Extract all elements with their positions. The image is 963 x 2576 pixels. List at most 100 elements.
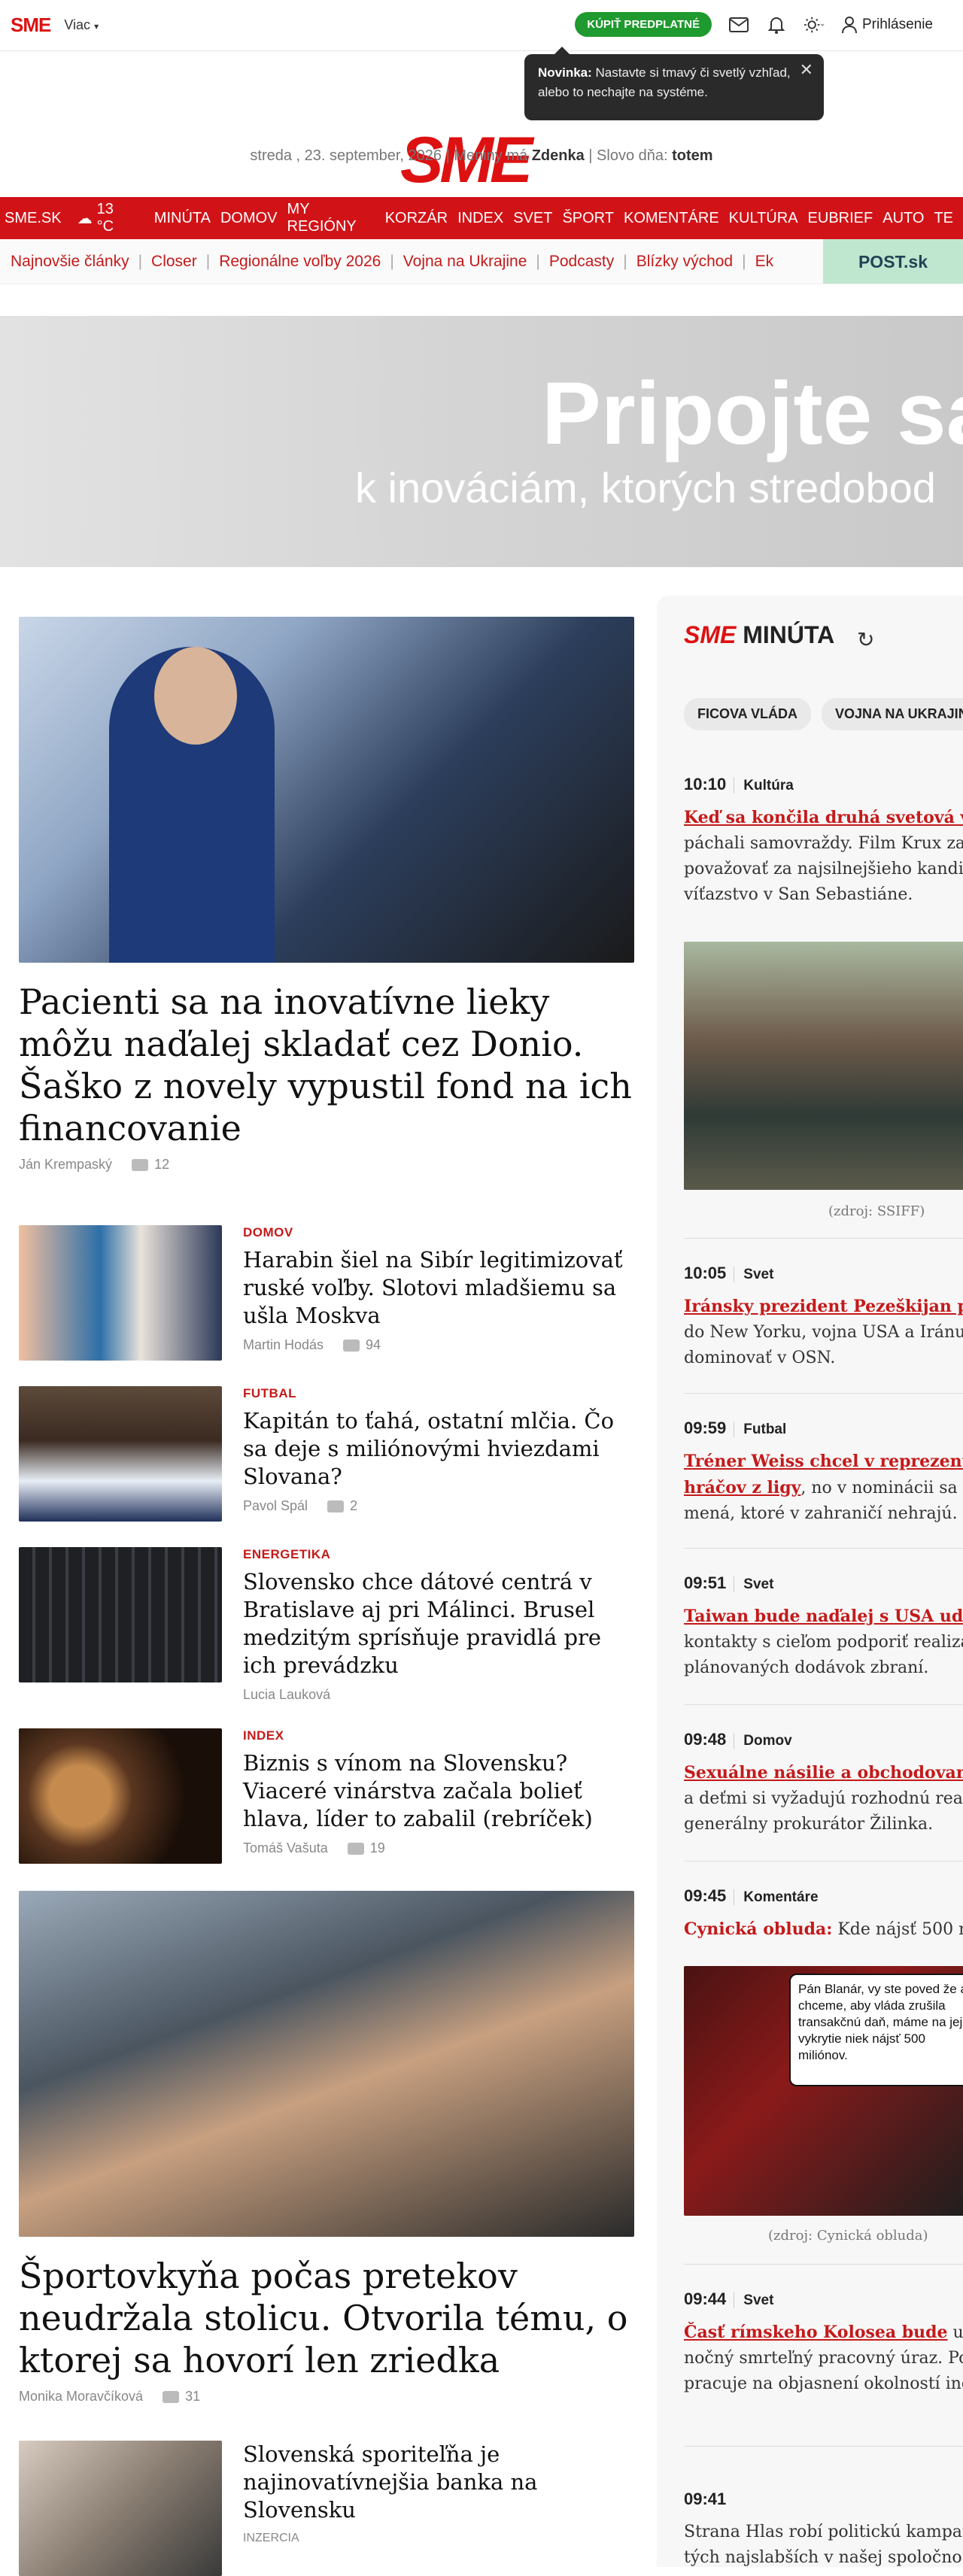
item-link[interactable]: Keď sa končila druhá svetová voj: [684, 808, 963, 827]
author[interactable]: Tomáš Vašuta: [243, 1840, 328, 1856]
nav-weather[interactable]: 13 °C: [97, 201, 132, 235]
subnav-item[interactable]: Podcasty: [549, 253, 614, 271]
nav-item-svet[interactable]: SVET: [513, 210, 552, 227]
article-title[interactable]: Harabin šiel na Sibír legitimizovať rusk…: [243, 1246, 634, 1330]
promo-title[interactable]: Slovenská sporiteľňa je najinovatívnejši…: [243, 2441, 634, 2524]
subnav-item[interactable]: Ek: [755, 253, 774, 271]
subnav-item[interactable]: Vojna na Ukrajine: [403, 253, 527, 271]
minuta-photo[interactable]: [684, 942, 963, 1190]
refresh-icon[interactable]: ↻: [857, 627, 874, 652]
article-category[interactable]: INDEX: [243, 1728, 634, 1743]
nav-item-kultura[interactable]: KULTÚRA: [729, 210, 798, 227]
item-tag[interactable]: Kultúra: [734, 778, 794, 793]
item-tag[interactable]: Svet: [734, 1576, 774, 1592]
item-tag[interactable]: Svet: [734, 2292, 774, 2308]
minuta-item[interactable]: 10:05 Svet Iránsky prezident Pezeškijan p…: [684, 1264, 963, 1371]
author[interactable]: Lucia Lauková: [243, 1687, 330, 1703]
item-link[interactable]: Sexuálne násilie a obchodovanie: [684, 1763, 963, 1783]
article-item[interactable]: DOMOV Harabin šiel na Sibír legitimizovať…: [19, 1225, 634, 1361]
comment-icon: [163, 2390, 180, 2403]
nav-item-komentare[interactable]: KOMENTÁRE: [624, 210, 719, 227]
item-link[interactable]: hráčov z ligy: [684, 1478, 800, 1497]
item-tag[interactable]: Domov: [734, 1733, 792, 1749]
comment-count[interactable]: 19: [370, 1840, 385, 1856]
article-thumb[interactable]: [19, 1386, 222, 1522]
item-link[interactable]: Taiwan bude naďalej s USA udrž: [684, 1607, 963, 1626]
nav-item-domov[interactable]: DOMOV: [220, 210, 278, 227]
article-thumb[interactable]: [19, 1547, 222, 1682]
article-item[interactable]: ENERGETIKA Slovensko chce dátové centrá v…: [19, 1547, 634, 1703]
nav-item-minuta[interactable]: MINÚTA: [154, 210, 211, 227]
nav-item-te[interactable]: TE: [934, 210, 953, 227]
author[interactable]: Martin Hodás: [243, 1337, 324, 1353]
nav-item-sport[interactable]: ŠPORT: [562, 210, 614, 227]
article-title[interactable]: Biznis s vínom na Slovensku? Viaceré vin…: [243, 1749, 634, 1833]
minuta-item[interactable]: 09:45 Komentáre Cynická obluda: Kde nájsť…: [684, 1886, 963, 1943]
article-category[interactable]: FUTBAL: [243, 1386, 634, 1401]
minuta-item[interactable]: 09:59 Futbal Tréner Weiss chcel v repreze…: [684, 1418, 963, 1527]
main-nav: SME.SK ☁ 13 °C MINÚTA DOMOV MY REGIÓNY K…: [0, 197, 963, 239]
ad-label: INZERCIA: [243, 2532, 299, 2544]
ad-banner[interactable]: Pripojte sa k inováciám, ktorých stredob…: [0, 316, 963, 567]
promo-item[interactable]: Slovenská sporiteľňa je najinovatívnejši…: [19, 2441, 634, 2576]
comment-count[interactable]: 94: [366, 1337, 381, 1353]
subnav-item[interactable]: Blízky východ: [636, 253, 733, 271]
lead-title[interactable]: Pacienti sa na inovatívne lieky môžu naď…: [19, 981, 634, 1149]
second-photo[interactable]: [19, 1891, 634, 2237]
second-title[interactable]: Športovkyňa počas pretekov neudržala sto…: [19, 2255, 634, 2381]
nav-item-smesk[interactable]: SME.SK: [5, 210, 62, 227]
comment-count[interactable]: 2: [350, 1498, 357, 1514]
minuta-item[interactable]: 09:41 Strana Hlas robí politickú kampaň t…: [684, 2490, 963, 2567]
nav-item-korzar[interactable]: KORZÁR: [385, 210, 448, 227]
item-link[interactable]: Iránsky prezident Pezeškijan pri: [684, 1297, 963, 1316]
sme-logo-small[interactable]: SME: [11, 14, 51, 37]
item-tag[interactable]: Komentáre: [734, 1889, 819, 1905]
topic-pill[interactable]: VOJNA NA UKRAJINE: [822, 698, 963, 730]
article-item[interactable]: FUTBAL Kapitán to ťahá, ostatní mlčia. Čo…: [19, 1386, 634, 1522]
minuta-item[interactable]: 09:48 Domov Sexuálne násilie a obchodovan…: [684, 1730, 963, 1837]
sun-icon[interactable]: [804, 14, 825, 35]
nav-item-auto[interactable]: AUTO: [882, 210, 924, 227]
minuta-item[interactable]: 10:10 Kultúra Keď sa končila druhá svetov…: [684, 775, 963, 908]
bell-icon[interactable]: [766, 14, 787, 35]
more-menu[interactable]: Viac ▾: [64, 17, 99, 33]
comment-count[interactable]: 12: [154, 1157, 169, 1173]
nav-item-index[interactable]: INDEX: [457, 210, 503, 227]
user-icon: [842, 16, 857, 33]
minuta-item[interactable]: 09:44 Svet Časť rímskeho Kolosea bude uza…: [684, 2289, 963, 2397]
subnav-item[interactable]: Najnovšie články: [11, 253, 129, 271]
item-tag[interactable]: Futbal: [734, 1422, 787, 1437]
minuta-logo[interactable]: SME MINÚTA: [684, 621, 834, 649]
author[interactable]: Pavol Spál: [243, 1498, 308, 1514]
item-link[interactable]: Tréner Weiss chcel v reprezentác: [684, 1452, 963, 1471]
nav-item-eubrief[interactable]: EUBRIEF: [808, 210, 873, 227]
subnav-item[interactable]: Regionálne voľby 2026: [219, 253, 381, 271]
mail-icon[interactable]: [728, 14, 749, 35]
article-thumb[interactable]: [19, 1728, 222, 1864]
article-thumb[interactable]: [19, 1225, 222, 1361]
close-icon[interactable]: ✕: [800, 60, 813, 80]
weather-icon: ☁: [77, 210, 93, 227]
item-link[interactable]: Časť rímskeho Kolosea bude: [684, 2323, 948, 2342]
login-link[interactable]: Prihlásenie: [841, 16, 933, 34]
promo-thumb[interactable]: [19, 2441, 222, 2576]
item-tag[interactable]: Svet: [734, 1267, 774, 1282]
lead-photo[interactable]: [19, 617, 634, 963]
nav-item-regiony[interactable]: MY REGIÓNY: [287, 201, 375, 235]
comment-count[interactable]: 31: [185, 2389, 200, 2405]
subscribe-button[interactable]: KÚPIŤ PREDPLATNÉ: [575, 12, 712, 37]
minuta-cartoon[interactable]: Pán Blanár, vy ste poved že ak chceme, a…: [684, 1966, 963, 2216]
author[interactable]: Monika Moravčíková: [19, 2389, 143, 2405]
topic-pill[interactable]: FICOVA VLÁDA: [684, 698, 811, 730]
subnav-item[interactable]: Closer: [151, 253, 197, 271]
minuta-item[interactable]: 09:51 Svet Taiwan bude naďalej s USA udrž…: [684, 1573, 963, 1681]
author[interactable]: Ján Krempaský: [19, 1157, 112, 1173]
article-category[interactable]: DOMOV: [243, 1225, 634, 1240]
article-category[interactable]: ENERGETIKA: [243, 1547, 634, 1562]
article-title[interactable]: Kapitán to ťahá, ostatní mlčia. Čo sa de…: [243, 1407, 634, 1491]
minuta-sidebar: SME MINÚTA ↻ FICOVA VLÁDA VOJNA NA UKRAJ…: [657, 596, 963, 2567]
article-title[interactable]: Slovensko chce dátové centrá v Bratislav…: [243, 1568, 634, 1679]
post-sk-link[interactable]: POST.sk: [823, 239, 963, 284]
item-link[interactable]: Cynická obluda:: [684, 1919, 832, 1939]
article-item[interactable]: INDEX Biznis s vínom na Slovensku? Viacer…: [19, 1728, 634, 1864]
